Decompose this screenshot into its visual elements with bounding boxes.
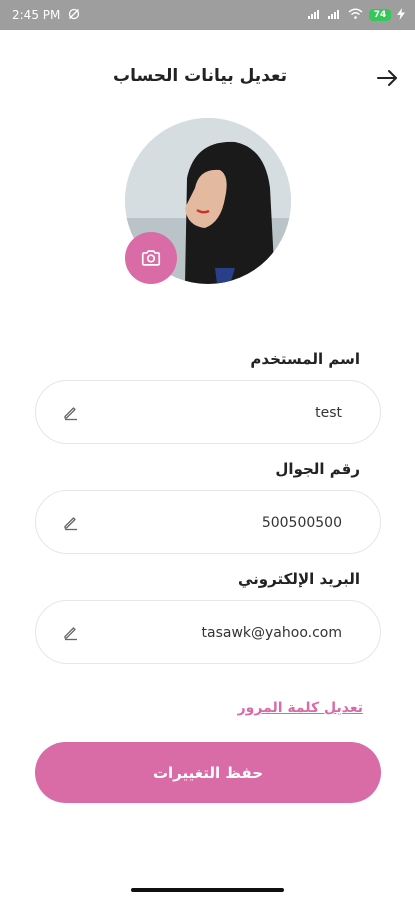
change-password-link[interactable]: تعديل كلمة المرور: [238, 700, 363, 716]
email-field: [35, 600, 381, 664]
pencil-icon: [64, 517, 77, 531]
status-right: 74: [308, 7, 405, 23]
save-changes-button[interactable]: حفظ التغييرات: [35, 742, 381, 803]
phone-field: [35, 490, 381, 554]
battery-icon: 74: [369, 9, 391, 21]
wifi-icon: [348, 8, 363, 22]
status-left: 2:45 PM: [12, 8, 80, 23]
signal-icon-2: [328, 8, 342, 22]
phone-input[interactable]: [102, 511, 342, 535]
sync-off-icon: [68, 8, 80, 23]
status-time: 2:45 PM: [12, 8, 61, 22]
camera-button[interactable]: [125, 232, 177, 284]
username-input[interactable]: [102, 401, 342, 425]
status-bar: 2:45 PM 74: [0, 0, 415, 30]
app-bar: تعديل بيانات الحساب: [0, 56, 415, 100]
back-button[interactable]: [373, 64, 401, 92]
email-label: البريد الإلكتروني: [238, 570, 360, 588]
email-input[interactable]: [102, 621, 342, 645]
home-indicator: [131, 888, 284, 892]
pencil-icon: [64, 627, 77, 641]
phone-label: رقم الجوال: [275, 460, 360, 478]
avatar-container: [125, 118, 291, 284]
username-field: [35, 380, 381, 444]
charging-icon: [397, 7, 405, 23]
arrow-right-icon: [377, 70, 397, 86]
username-label: اسم المستخدم: [250, 350, 360, 368]
pencil-icon: [64, 407, 77, 421]
page-title: تعديل بيانات الحساب: [113, 66, 287, 86]
camera-icon: [141, 250, 161, 266]
signal-icon: [308, 8, 322, 22]
